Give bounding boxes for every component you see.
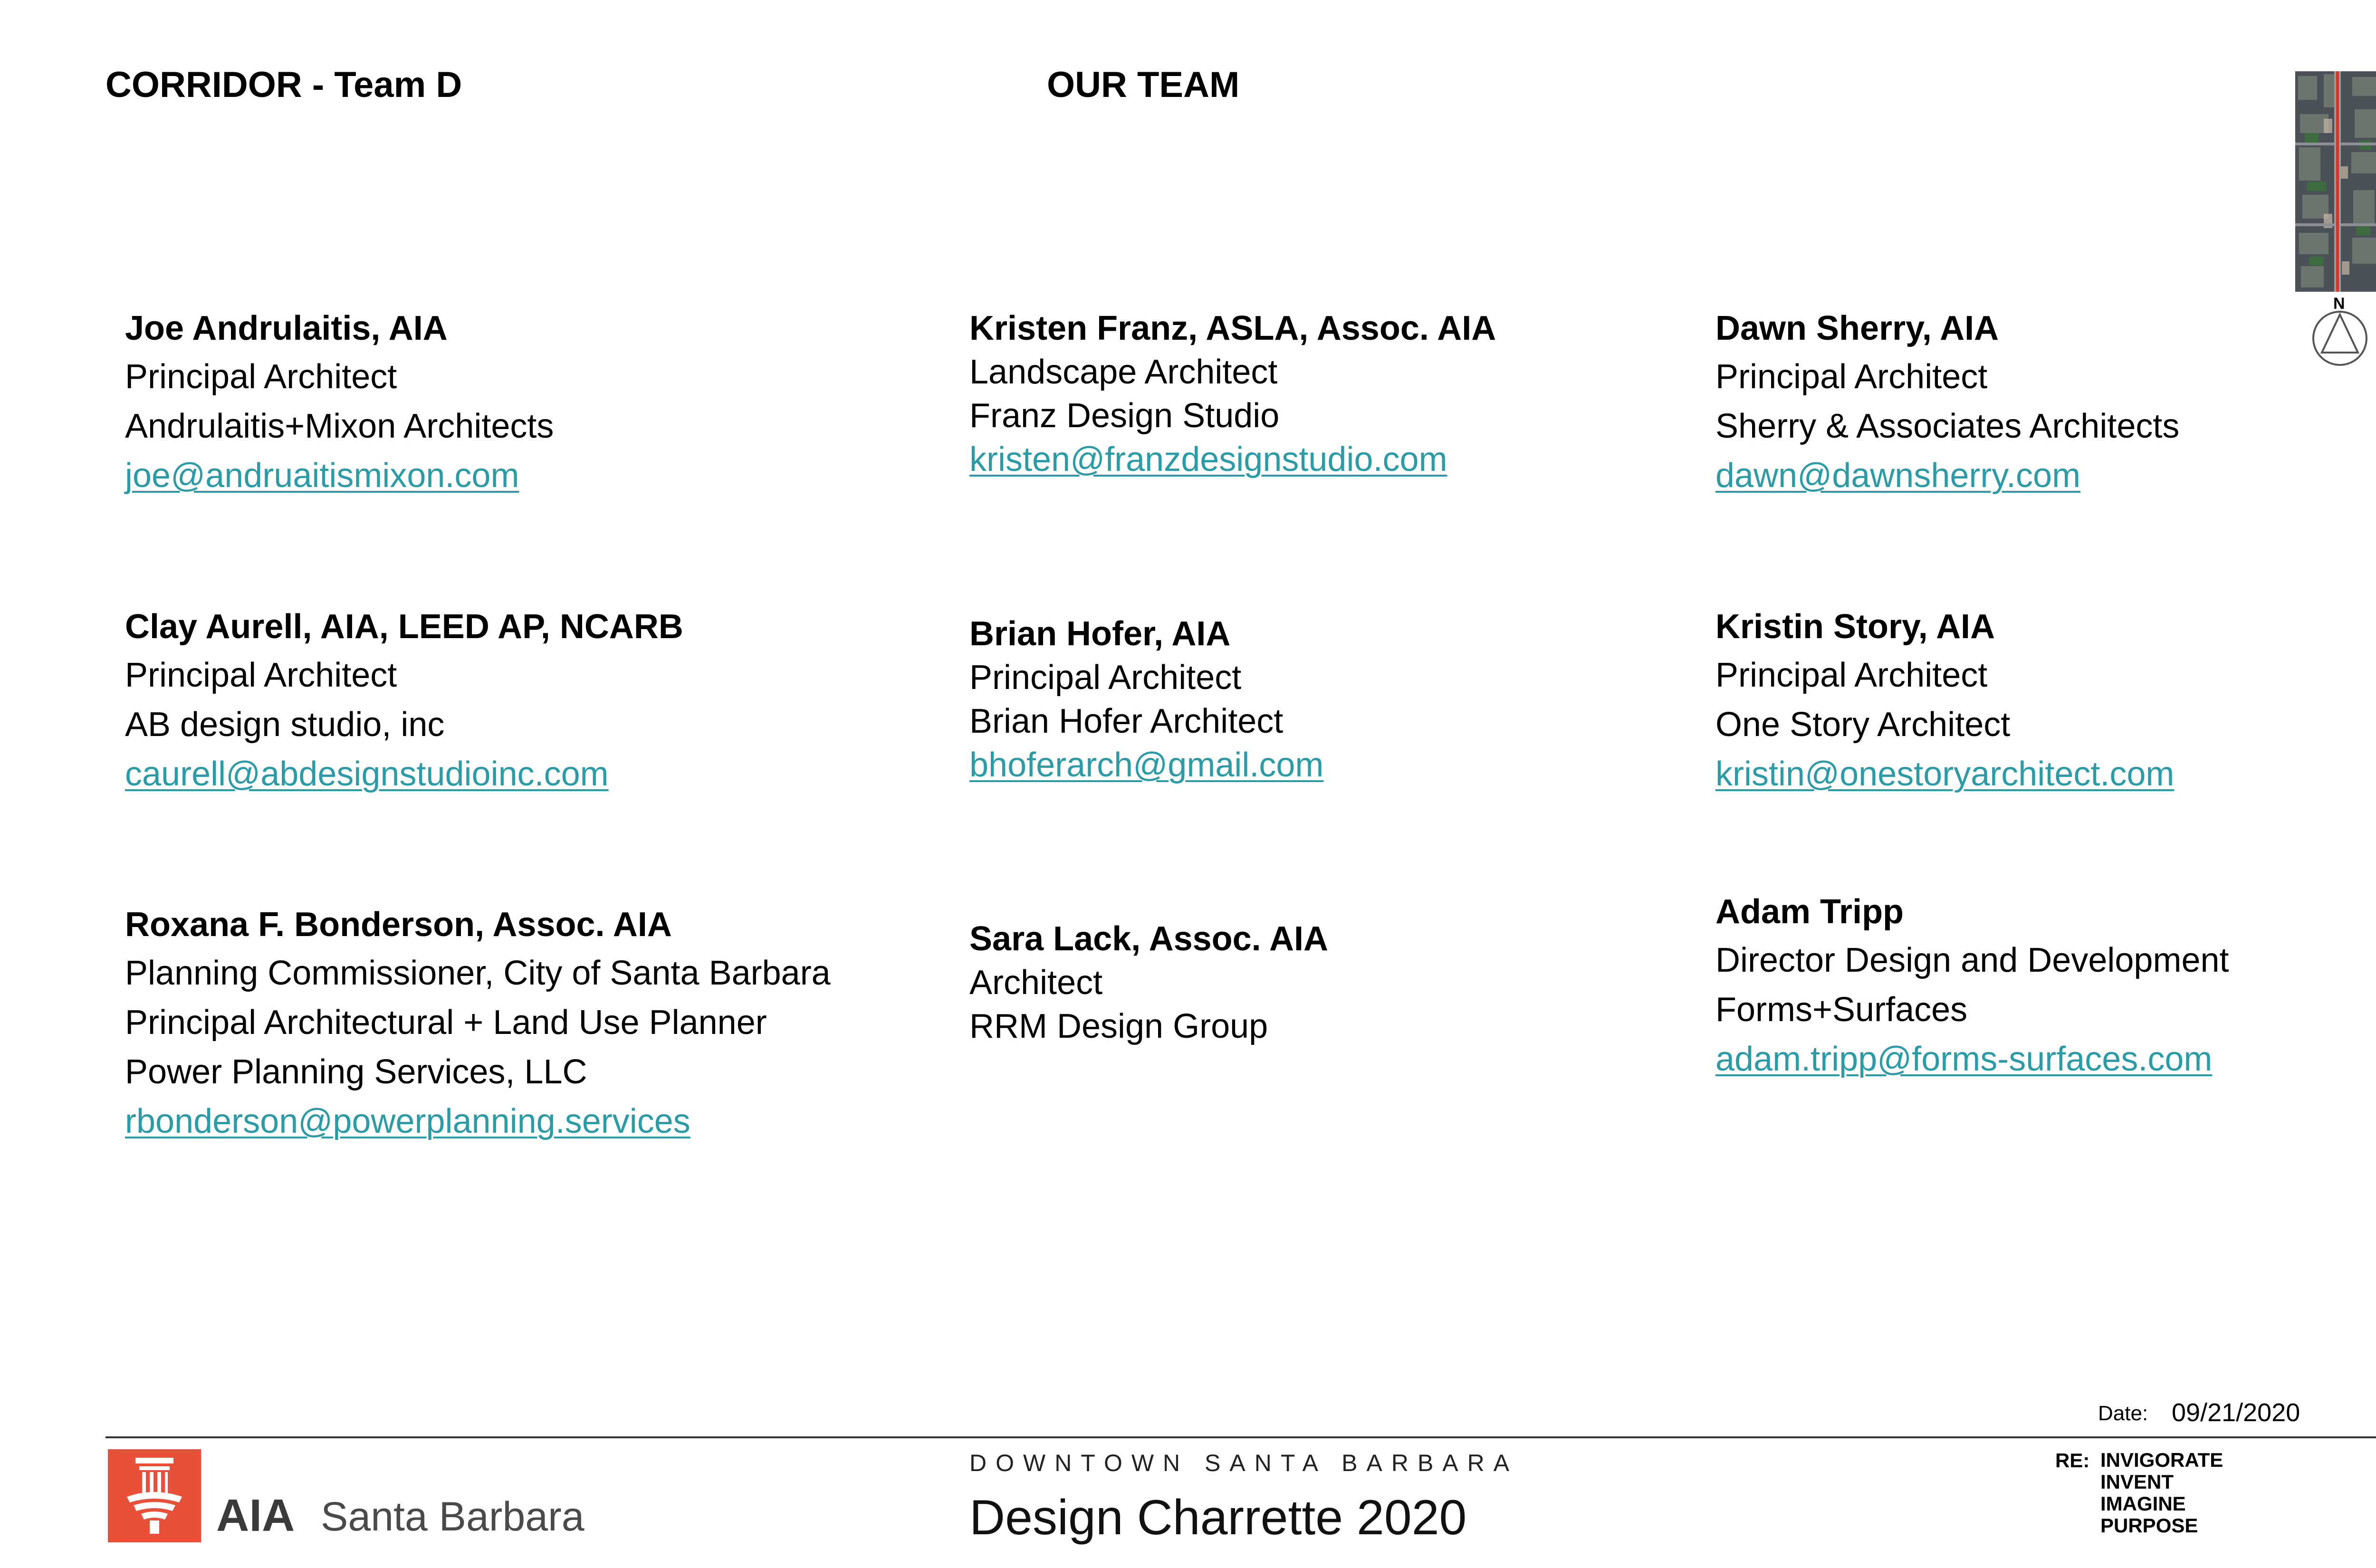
member-title: Principal Architect [125,358,397,396]
team-member-card: Kristin Story, AIA Principal Architect O… [1715,610,2174,806]
member-name: Sara Lack, Assoc. AIA [969,920,1329,958]
member-firm: AB design studio, inc [125,706,445,744]
member-name: Roxana F. Bonderson, Assoc. AIA [125,906,672,944]
footer-divider [105,1436,2376,1438]
member-firm: Franz Design Studio [969,397,1280,435]
team-member-card: Dawn Sherry, AIA Principal Architect She… [1715,311,2179,508]
member-title: Principal Architect [1715,656,1988,694]
member-email-link[interactable]: joe@andruaitismixon.com [125,459,554,493]
member-name: Kristen Franz, ASLA, Assoc. AIA [969,309,1496,347]
member-email-link[interactable]: dawn@dawnsherry.com [1715,459,2179,493]
member-title: Architect [969,964,1103,1002]
member-email-link[interactable]: adam.tripp@forms-surfaces.com [1715,1042,2229,1076]
member-email-link[interactable]: kristen@franzdesignstudio.com [969,442,1496,477]
re-label: RE: [2055,1449,2090,1472]
member-email-link[interactable]: rbonderson@powerplanning.services [125,1104,831,1138]
member-title: Principal Architect [1715,358,1988,396]
member-name: Dawn Sherry, AIA [1715,309,1999,347]
member-firm: Power Planning Services, LLC [125,1053,587,1091]
re-list: INVIGORATE INVENT IMAGINE PURPOSE [2100,1449,2223,1537]
date-label: Date: [2098,1402,2148,1425]
member-title: Principal Architectural + Land Use Plann… [125,1004,767,1042]
member-email-link[interactable]: kristin@onestoryarchitect.com [1715,757,2174,791]
member-title: Landscape Architect [969,353,1278,391]
member-name: Adam Tripp [1715,893,1904,931]
program-title: Design Charrette 2020 [969,1490,1467,1545]
member-title: Director Design and Development [1715,941,2229,979]
re-item: INVENT [2100,1471,2174,1493]
section-title: OUR TEAM [1047,65,1240,105]
date-value: 09/21/2020 [2172,1398,2300,1427]
member-email-link[interactable]: caurell@abdesignstudioinc.com [125,757,683,791]
aia-wordmark: AIA [216,1490,295,1541]
corridor-title: CORRIDOR - Team D [105,65,462,105]
member-name: Kristin Story, AIA [1715,608,1995,646]
aia-chapter-name: Santa Barbara [321,1494,584,1539]
team-member-card: Roxana F. Bonderson, Assoc. AIA Planning… [125,908,831,1154]
team-member-card: Joe Andrulaitis, AIA Principal Architect… [125,311,554,508]
program-location: DOWNTOWN SANTA BARBARA [969,1450,1519,1476]
member-firm: RRM Design Group [969,1007,1268,1045]
re-item: PURPOSE [2100,1514,2198,1537]
north-arrow-icon [2310,309,2369,370]
team-member-card: Adam Tripp Director Design and Developme… [1715,895,2229,1091]
member-title: Principal Architect [125,656,397,694]
member-name: Clay Aurell, AIA, LEED AP, NCARB [125,608,683,646]
member-firm: Andrulaitis+Mixon Architects [125,407,554,445]
team-member-card: Sara Lack, Assoc. AIA Architect RRM Desi… [969,922,1328,1053]
member-title: Planning Commissioner, City of Santa Bar… [125,954,831,992]
re-item: INVIGORATE [2100,1449,2223,1471]
aia-column-logo-icon [108,1449,201,1545]
member-email-link[interactable]: bhoferarch@gmail.com [969,748,1323,782]
re-item: IMAGINE [2100,1492,2186,1515]
member-firm: One Story Architect [1715,706,2011,744]
member-name: Joe Andrulaitis, AIA [125,309,448,347]
member-firm: Brian Hofer Architect [969,702,1284,740]
team-member-card: Kristen Franz, ASLA, Assoc. AIA Landscap… [969,311,1496,486]
member-title: Principal Architect [969,659,1242,697]
key-map-image [2295,71,2376,292]
team-member-card: Brian Hofer, AIA Principal Architect Bri… [969,617,1323,792]
member-firm: Forms+Surfaces [1715,991,1968,1029]
member-name: Brian Hofer, AIA [969,615,1231,653]
member-firm: Sherry & Associates Architects [1715,407,2180,445]
team-member-card: Clay Aurell, AIA, LEED AP, NCARB Princip… [125,610,683,806]
